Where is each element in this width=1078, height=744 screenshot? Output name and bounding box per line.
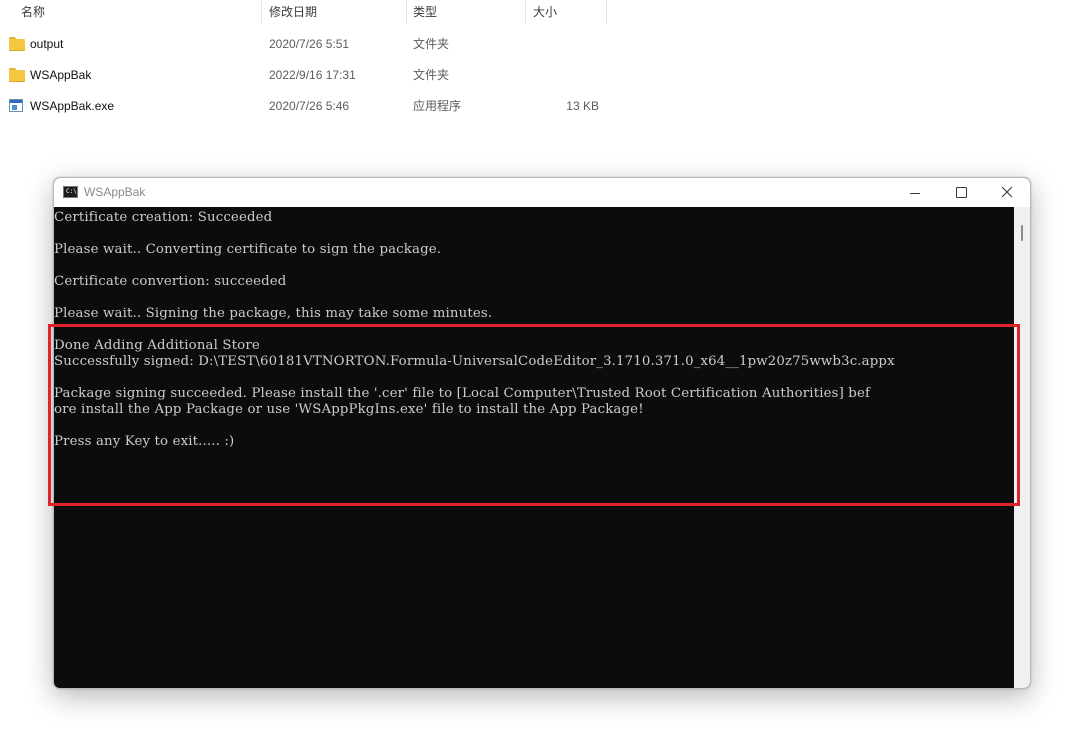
console-app-icon[interactable]: C:\ (63, 186, 78, 198)
column-divider[interactable] (525, 0, 526, 24)
file-name: WSAppBak.exe (30, 99, 115, 113)
folder-icon (9, 37, 25, 51)
title-bar[interactable]: C:\ WSAppBak (54, 178, 1030, 207)
file-date: 2022/9/16 17:31 (269, 68, 356, 82)
app-icon-label: C:\ (66, 188, 77, 195)
file-row-wsappbak-exe[interactable]: WSAppBak.exe 2020/7/26 5:46 应用程序 13 KB (0, 91, 610, 122)
console-line: Certificate creation: Succeeded (54, 210, 273, 225)
close-icon (1001, 186, 1013, 198)
column-header-row: 名称 修改日期 类型 大小 (0, 0, 610, 24)
close-button[interactable] (984, 178, 1030, 207)
window-title: WSAppBak (84, 185, 146, 199)
maximize-icon (956, 187, 967, 198)
file-type: 应用程序 (413, 99, 462, 113)
file-row-output[interactable]: output 2020/7/26 5:51 文件夹 (0, 29, 610, 60)
file-type: 文件夹 (413, 68, 450, 82)
file-row-wsappbak-folder[interactable]: WSAppBak 2022/9/16 17:31 文件夹 (0, 60, 610, 91)
file-name: WSAppBak (30, 68, 92, 82)
scrollbar-thumb[interactable] (1021, 225, 1023, 241)
red-highlight-box (48, 324, 1020, 506)
column-header-size[interactable]: 大小 (533, 0, 557, 24)
console-line: Please wait.. Signing the package, this … (54, 306, 493, 321)
column-divider[interactable] (606, 0, 607, 24)
folder-icon (9, 68, 25, 82)
console-line: Certificate convertion: succeeded (54, 274, 287, 289)
minimize-button[interactable] (892, 178, 938, 207)
file-name: output (30, 37, 64, 51)
file-size: 13 KB (566, 99, 599, 113)
column-header-date[interactable]: 修改日期 (269, 0, 317, 24)
exe-icon (9, 99, 23, 112)
maximize-button[interactable] (938, 178, 984, 207)
file-type: 文件夹 (413, 37, 450, 51)
file-date: 2020/7/26 5:51 (269, 37, 350, 51)
column-header-name[interactable]: 名称 (21, 0, 45, 24)
column-divider[interactable] (406, 0, 407, 24)
file-explorer-list: 名称 修改日期 类型 大小 output 2020/7/26 5:51 文件夹 … (0, 0, 1078, 170)
minimize-icon (910, 193, 920, 194)
column-header-type[interactable]: 类型 (413, 0, 437, 24)
file-date: 2020/7/26 5:46 (269, 99, 350, 113)
console-line: Please wait.. Converting certificate to … (54, 242, 442, 257)
column-divider[interactable] (261, 0, 262, 24)
